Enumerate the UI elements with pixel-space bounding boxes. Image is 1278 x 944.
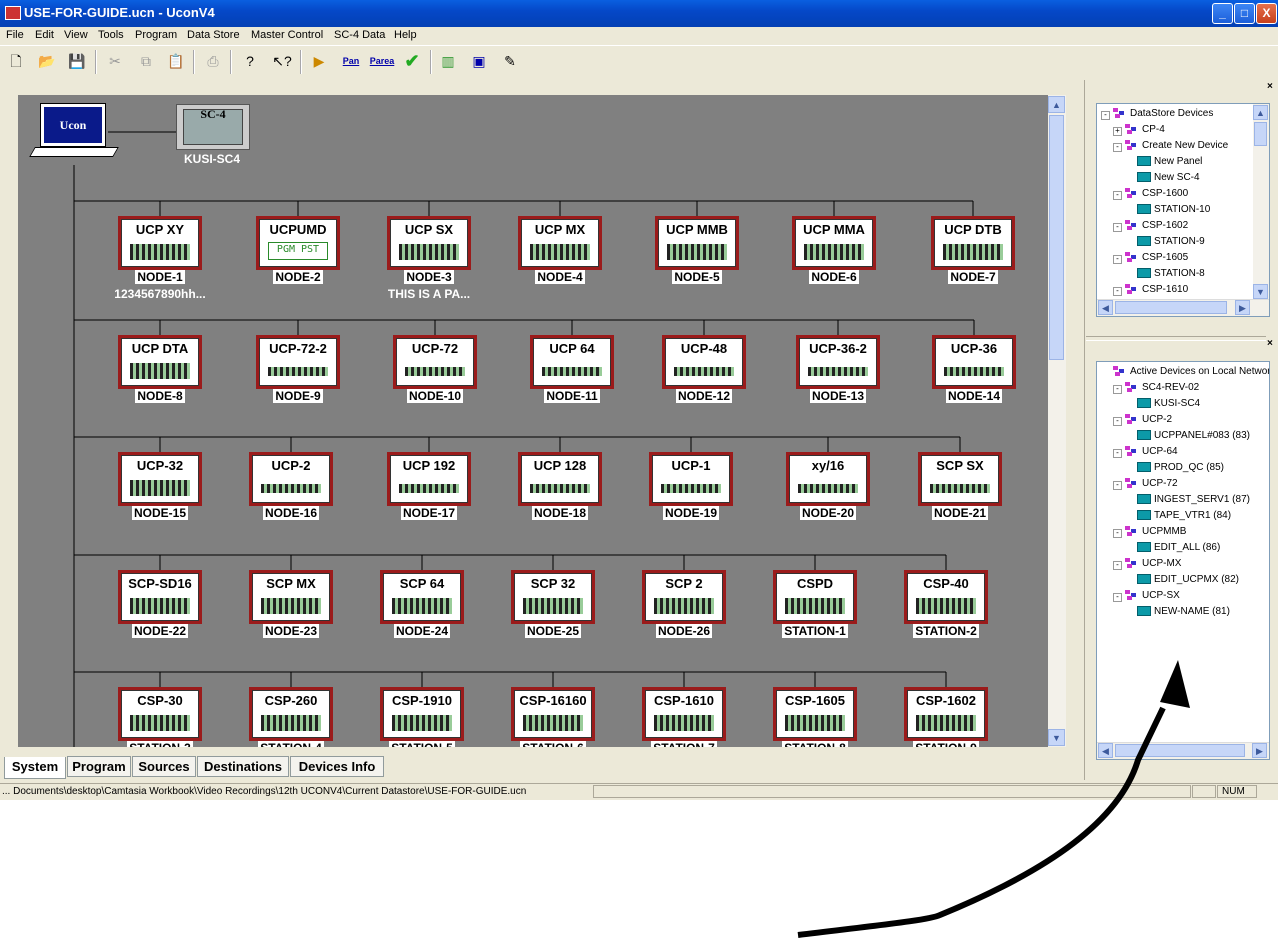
annotation-arrow [797, 660, 1190, 938]
